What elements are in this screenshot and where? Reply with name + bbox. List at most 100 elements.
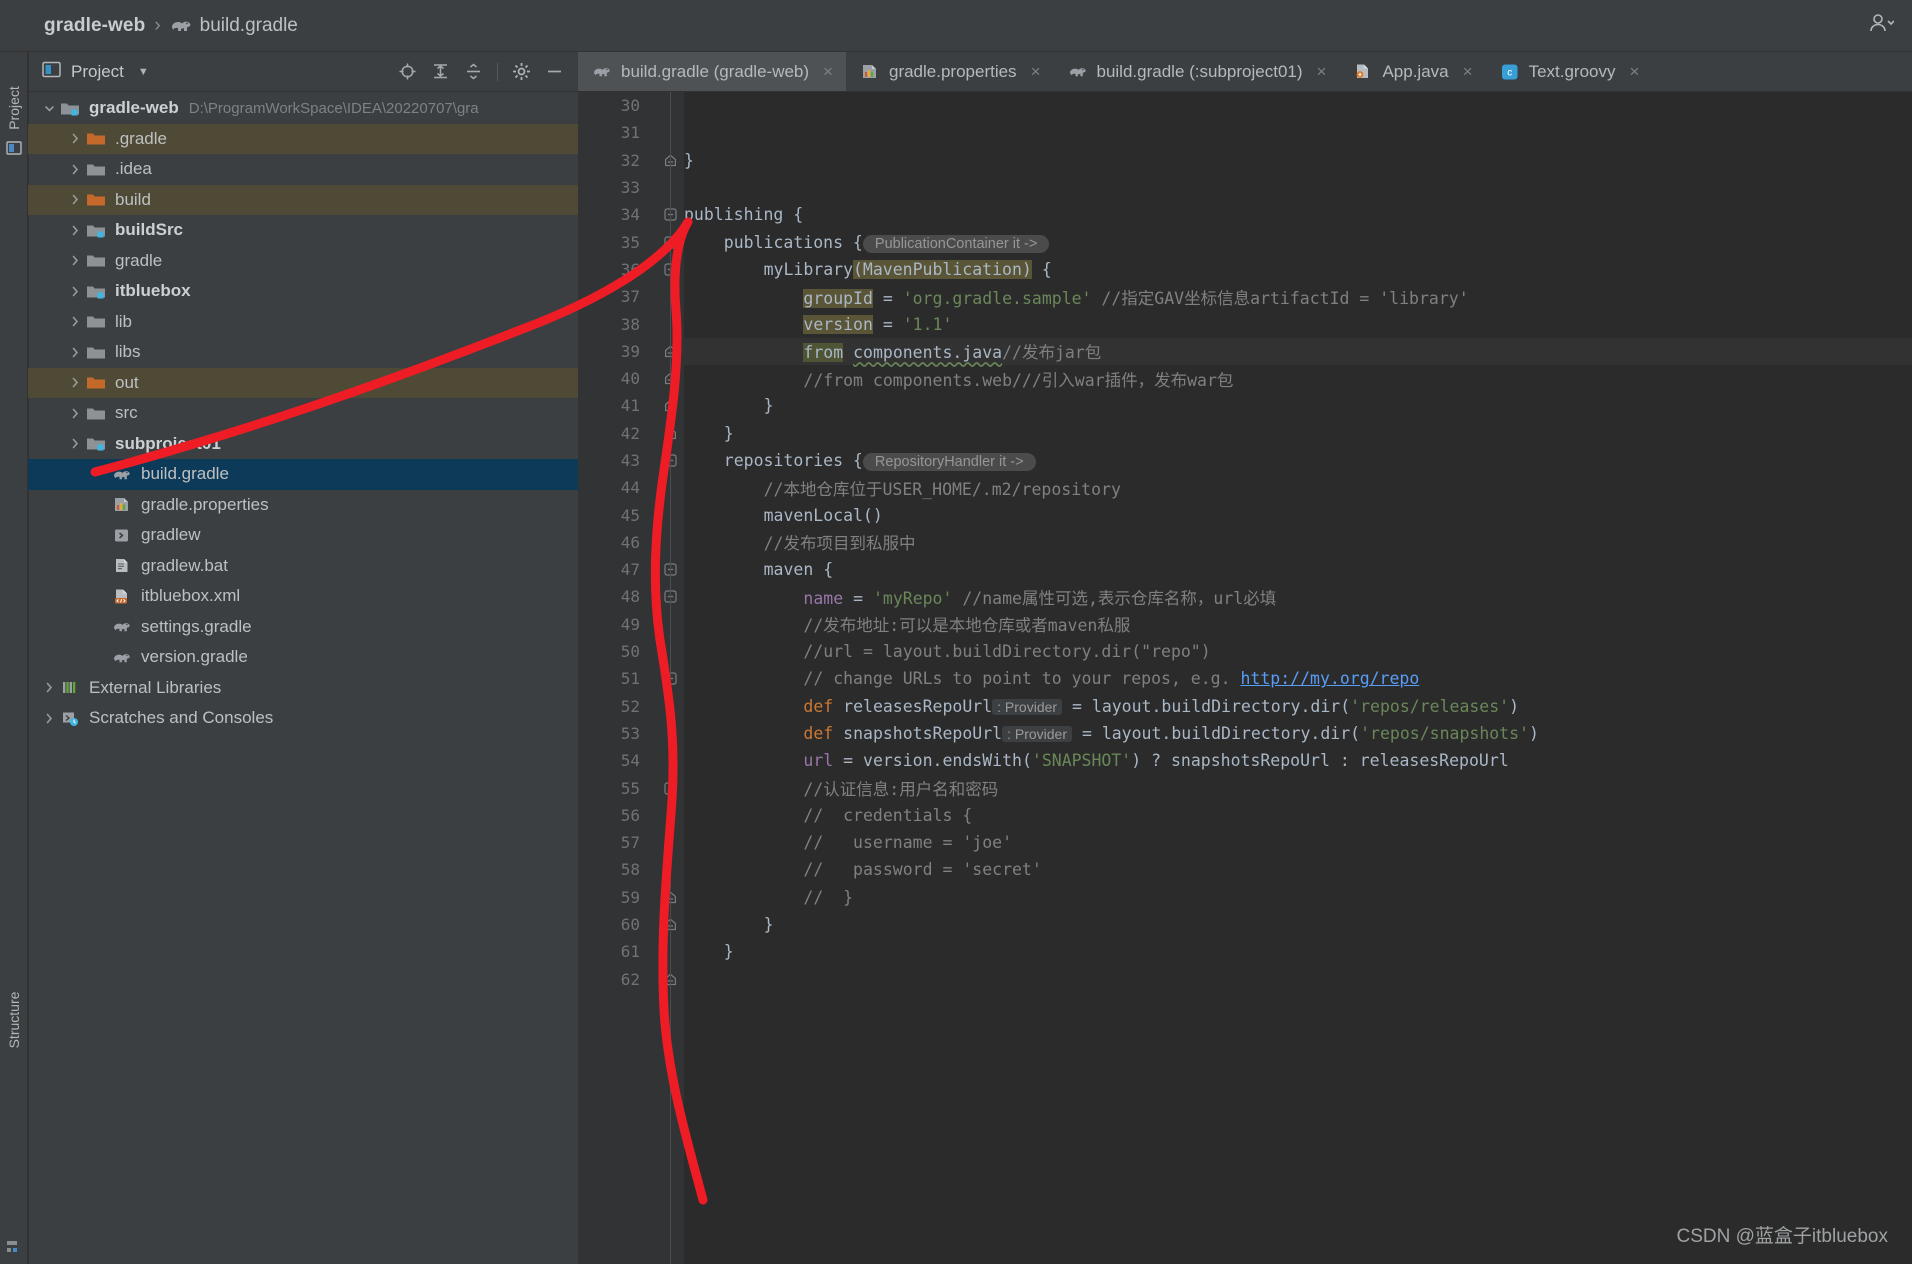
chevron-right-icon[interactable] [64, 193, 86, 206]
editor-tab-build-gradle-subproject01-[interactable]: build.gradle (:subproject01) × [1054, 52, 1340, 91]
chevron-right-icon[interactable] [64, 163, 86, 176]
chevron-right-icon[interactable] [64, 407, 86, 420]
tree-item-external-libraries[interactable]: External Libraries [28, 673, 578, 704]
chevron-down-icon[interactable]: ▼ [138, 66, 149, 78]
editor-tab-gradle-properties[interactable]: gradle.properties × [846, 52, 1054, 91]
expand-all-icon[interactable] [431, 62, 450, 81]
code-line-36[interactable]: 36 myLibrary(MavenPublication) { [621, 256, 1912, 283]
code-line-44[interactable]: 44 //本地仓库位于USER_HOME/.m2/repository [621, 474, 1912, 501]
project-tree[interactable]: gradle-web D:\ProgramWorkSpace\IDEA\20220… [28, 93, 578, 1264]
code-line-41[interactable]: 41} [621, 392, 1912, 419]
tree-item-label: itbluebox [115, 281, 191, 301]
tree-item-gradle-properties[interactable]: gradle.properties [28, 490, 578, 521]
chevron-down-icon[interactable] [38, 102, 60, 115]
code-line-33[interactable]: 33 [621, 174, 1912, 201]
tree-item-itbluebox[interactable]: itbluebox [28, 276, 578, 307]
code-line-58[interactable]: 58 // password = 'secret' [621, 856, 1912, 883]
tree-item-gradle[interactable]: gradle [28, 246, 578, 277]
tree-item-buildsrc[interactable]: buildSrc [28, 215, 578, 246]
code-line-42[interactable]: 42} [621, 420, 1912, 447]
tree-item-itbluebox-xml[interactable]: itbluebox.xml [28, 581, 578, 612]
chevron-right-icon[interactable] [64, 346, 86, 359]
minimize-icon[interactable] [545, 62, 564, 81]
tree-item-gradlew[interactable]: gradlew [28, 520, 578, 551]
code-line-59[interactable]: 59 // } [621, 884, 1912, 911]
code-line-47[interactable]: 47 maven { [621, 556, 1912, 583]
code-line-39[interactable]: 39 from components.java//发布jar包 [621, 337, 1912, 365]
module-folder-icon [86, 283, 106, 300]
editor-tab-app-java[interactable]: App.java × [1339, 52, 1485, 91]
tree-item-build[interactable]: build [28, 184, 578, 215]
tree-item-subproject01[interactable]: subproject01 [28, 429, 578, 460]
chevron-right-icon[interactable] [64, 132, 86, 145]
code-line-60[interactable]: 60} [621, 911, 1912, 938]
close-icon[interactable]: × [823, 62, 833, 82]
close-icon[interactable]: × [1317, 62, 1327, 82]
code-line-31[interactable]: 31 [621, 119, 1912, 146]
tree-item--idea[interactable]: .idea [28, 154, 578, 185]
gradle-file-icon [112, 618, 132, 635]
locate-icon[interactable] [398, 62, 417, 81]
chevron-right-icon[interactable] [64, 285, 86, 298]
tree-item-scratches-and-consoles[interactable]: Scratches and Consoles [28, 703, 578, 734]
tree-item-gradlew-bat[interactable]: gradlew.bat [28, 551, 578, 582]
chevron-right-icon[interactable] [64, 315, 86, 328]
gear-icon[interactable] [512, 62, 531, 81]
collapse-all-icon[interactable] [464, 62, 483, 81]
chevron-right-icon[interactable] [38, 681, 60, 694]
code-line-54[interactable]: 54 url = version.endsWith('SNAPSHOT') ? s… [621, 747, 1912, 774]
code-line-53[interactable]: 53 def snapshotsRepoUrl: Provider = layou… [621, 720, 1912, 747]
chevron-right-icon[interactable] [64, 437, 86, 450]
code-line-61[interactable]: 61} [621, 938, 1912, 965]
code-line-55[interactable]: 55 //认证信息:用户名和密码 [621, 774, 1912, 801]
chevron-right-icon[interactable] [38, 712, 60, 725]
code-line-50[interactable]: 50 //url = layout.buildDirectory.dir("rep… [621, 638, 1912, 665]
structure-tool-window-icon[interactable] [6, 1238, 22, 1254]
code-line-51[interactable]: 51 // change URLs to point to your repos,… [621, 665, 1912, 692]
code-line-48[interactable]: 48 name = 'myRepo' //name属性可选,表示仓库名称，url必… [621, 583, 1912, 610]
code-line-30[interactable]: 30 [621, 92, 1912, 119]
tree-item-build-gradle[interactable]: build.gradle [28, 459, 578, 490]
code-line-45[interactable]: 45 mavenLocal() [621, 501, 1912, 528]
editor-tab-text-groovy[interactable]: c Text.groovy × [1486, 52, 1653, 91]
line-number: 43 [620, 451, 640, 470]
code-line-56[interactable]: 56 // credentials { [621, 802, 1912, 829]
breadcrumb-project[interactable]: gradle-web [44, 15, 145, 37]
user-account-icon[interactable] [1868, 12, 1895, 38]
code-lines[interactable]: 30 31 32} 33 34 publishing {35 publications { … [621, 92, 1912, 1264]
structure-tool-window-label[interactable]: Structure [6, 975, 22, 1065]
code-line-37[interactable]: 37 groupId = 'org.gradle.sample' //指定GAV坐… [621, 283, 1912, 310]
code-line-57[interactable]: 57 // username = 'joe' [621, 829, 1912, 856]
project-tool-window-label[interactable]: Project [6, 70, 22, 146]
code-line-46[interactable]: 46 //发布项目到私服中 [621, 529, 1912, 556]
code-line-32[interactable]: 32} [621, 147, 1912, 174]
code-text: //发布项目到私服中 [763, 534, 916, 554]
tree-item--gradle[interactable]: .gradle [28, 123, 578, 154]
chevron-right-icon[interactable] [64, 254, 86, 267]
code-line-40[interactable]: 40 //from components.web///引入war插件，发布war包 [621, 365, 1912, 392]
tree-item-version-gradle[interactable]: version.gradle [28, 642, 578, 673]
code-line-62[interactable]: 62 [621, 966, 1912, 993]
tree-item-settings-gradle[interactable]: settings.gradle [28, 612, 578, 643]
code-line-35[interactable]: 35 publications { PublicationContainer it… [621, 228, 1912, 255]
editor-tab-bar[interactable]: build.gradle (gradle-web) × gradle.propert… [578, 52, 1912, 92]
breadcrumb-file[interactable]: build.gradle [200, 15, 298, 37]
code-line-43[interactable]: 43 repositories { RepositoryHandler it -> [621, 447, 1912, 474]
code-line-38[interactable]: 38 version = '1.1' [621, 310, 1912, 337]
close-icon[interactable]: × [1463, 62, 1473, 82]
editor-tab-build-gradle-gradle-web-[interactable]: build.gradle (gradle-web) × [578, 52, 846, 91]
tree-item-lib[interactable]: lib [28, 307, 578, 338]
close-icon[interactable]: × [1031, 62, 1041, 82]
chevron-right-icon[interactable] [64, 376, 86, 389]
close-icon[interactable]: × [1630, 62, 1640, 82]
tree-item-gradle-web[interactable]: gradle-web D:\ProgramWorkSpace\IDEA\20220… [28, 93, 578, 124]
code-viewport[interactable]: 30 31 32} 33 34 publishing {35 publications { … [578, 92, 1912, 1264]
tree-item-out[interactable]: out [28, 367, 578, 398]
code-line-52[interactable]: 52 def releasesRepoUrl: Provider = layout… [621, 693, 1912, 720]
chevron-right-icon[interactable] [64, 224, 86, 237]
tree-item-libs[interactable]: libs [28, 337, 578, 368]
code-line-34[interactable]: 34 publishing { [621, 201, 1912, 228]
tree-item-src[interactable]: src [28, 398, 578, 429]
code-folding-gutter[interactable] [656, 92, 684, 1264]
code-line-49[interactable]: 49 //发布地址:可以是本地仓库或者maven私服 [621, 611, 1912, 638]
